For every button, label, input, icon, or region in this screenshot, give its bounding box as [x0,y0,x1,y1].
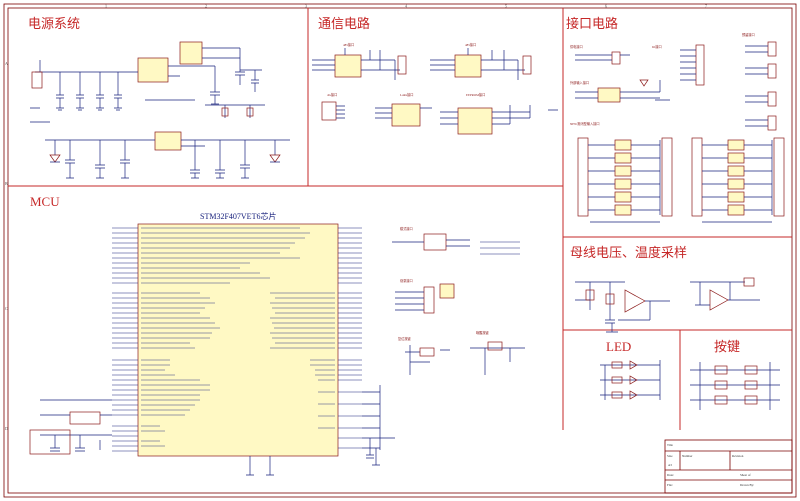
power-connector [31,71,43,89]
communication-circuit: 485接口 485接口 4G接口 LoRa接口 EEPROM接口 [312,42,558,135]
mode-port-label: 模式接口 [400,226,413,231]
tb-date-label: Date: [667,473,674,477]
section-title-interface: 接口电路 [566,16,618,31]
debug-port-label: 烧录接口 [400,278,413,283]
section-title-led: LED [606,339,631,354]
schematic-sheet: 1 2 3 4 5 6 7 A B C D 电源系统 通信电路 接口电路 MCU… [3,4,797,498]
zone-col-2: 2 [205,4,207,9]
tb-file-label: File: [667,483,673,487]
tb-revision-label: Revision [732,454,744,458]
keys-circuit [690,362,780,410]
npn-input-array [577,137,785,223]
tb-number-label: Number [682,454,693,458]
lora-module [391,103,421,127]
io-port-label: IO接口 [652,44,662,49]
debug-connector [423,286,435,314]
mcu-chip-title: STM32F407VET6芯片 [200,211,276,221]
npn-input-label: NPN/常闭型输入接口 [570,121,600,126]
mcu-section: STM32F407VET6芯片 模式接口 烧录接口 复位按键 唤醒按键 [29,211,525,476]
led-circuit [600,360,661,400]
title-block: Title Size A3 Number Revision Date: File… [664,439,793,494]
reset-button [419,347,435,357]
section-title-power: 电源系统 [28,16,80,31]
rs485-2-connector [522,55,532,75]
lora-label: LoRa接口 [400,92,413,97]
mode-switch [423,233,447,251]
rs485-transceiver-1 [334,54,362,78]
tb-drawn-label: Drawn By: [740,483,754,487]
interface-circuit: 供电接口 IO接口 预留接口 外部输入接口 NPN/常闭型输入接口 [570,32,785,223]
ldo-regulator [154,131,182,151]
eeprom-chip [457,107,493,135]
rs485-2-label: 485接口 [465,42,476,47]
zone-col-5: 5 [505,4,507,9]
zone-col-1: 1 [105,4,107,9]
zone-col-6: 6 [605,4,607,9]
rs485-transceiver-2 [454,54,482,78]
mcu-chip [137,223,339,457]
zone-col-4: 4 [405,4,407,9]
can-label: 4G接口 [327,92,337,97]
section-title-keys: 按键 [714,339,740,354]
tb-sheet-label: Sheet of [740,473,751,477]
power-io-label: 供电接口 [570,44,583,49]
regulator-ic-2 [179,41,203,65]
opamp-1 [624,289,646,313]
zone-col-3: 3 [305,4,307,9]
tb-title-label: Title [667,443,673,447]
zone-row-b: B [5,181,8,186]
zone-row-a: A [5,61,8,66]
bus-sampling-circuit [575,277,760,333]
section-title-mcu: MCU [30,194,60,209]
reset-key-label: 复位按键 [398,336,412,341]
section-title-bus: 母线电压、温度采样 [570,245,687,260]
zone-row-c: C [5,306,8,311]
tb-size-value: A3 [668,463,672,467]
eeprom-label: EEPROM接口 [466,92,485,97]
wakeup-key-label: 唤醒按键 [476,330,490,335]
tb-size-label: Size [667,454,673,458]
zone-row-d: D [5,426,8,431]
io-connector [695,44,705,86]
wakeup-button [487,341,503,351]
regulator-ic-1 [137,57,169,83]
crystal [69,411,101,425]
preset-label: 预留接口 [742,32,755,37]
rs485-1-connector [397,55,407,75]
optocoupler-ext [597,87,621,103]
opamp-2 [709,289,729,311]
section-dividers [8,8,792,430]
power-circuit [30,41,290,179]
ext-input-label: 外部输入接口 [570,80,589,85]
rs485-1-label: 485接口 [343,42,354,47]
section-title-comm: 通信电路 [318,16,370,31]
can-connector [321,101,337,121]
zone-col-7: 7 [705,4,707,9]
